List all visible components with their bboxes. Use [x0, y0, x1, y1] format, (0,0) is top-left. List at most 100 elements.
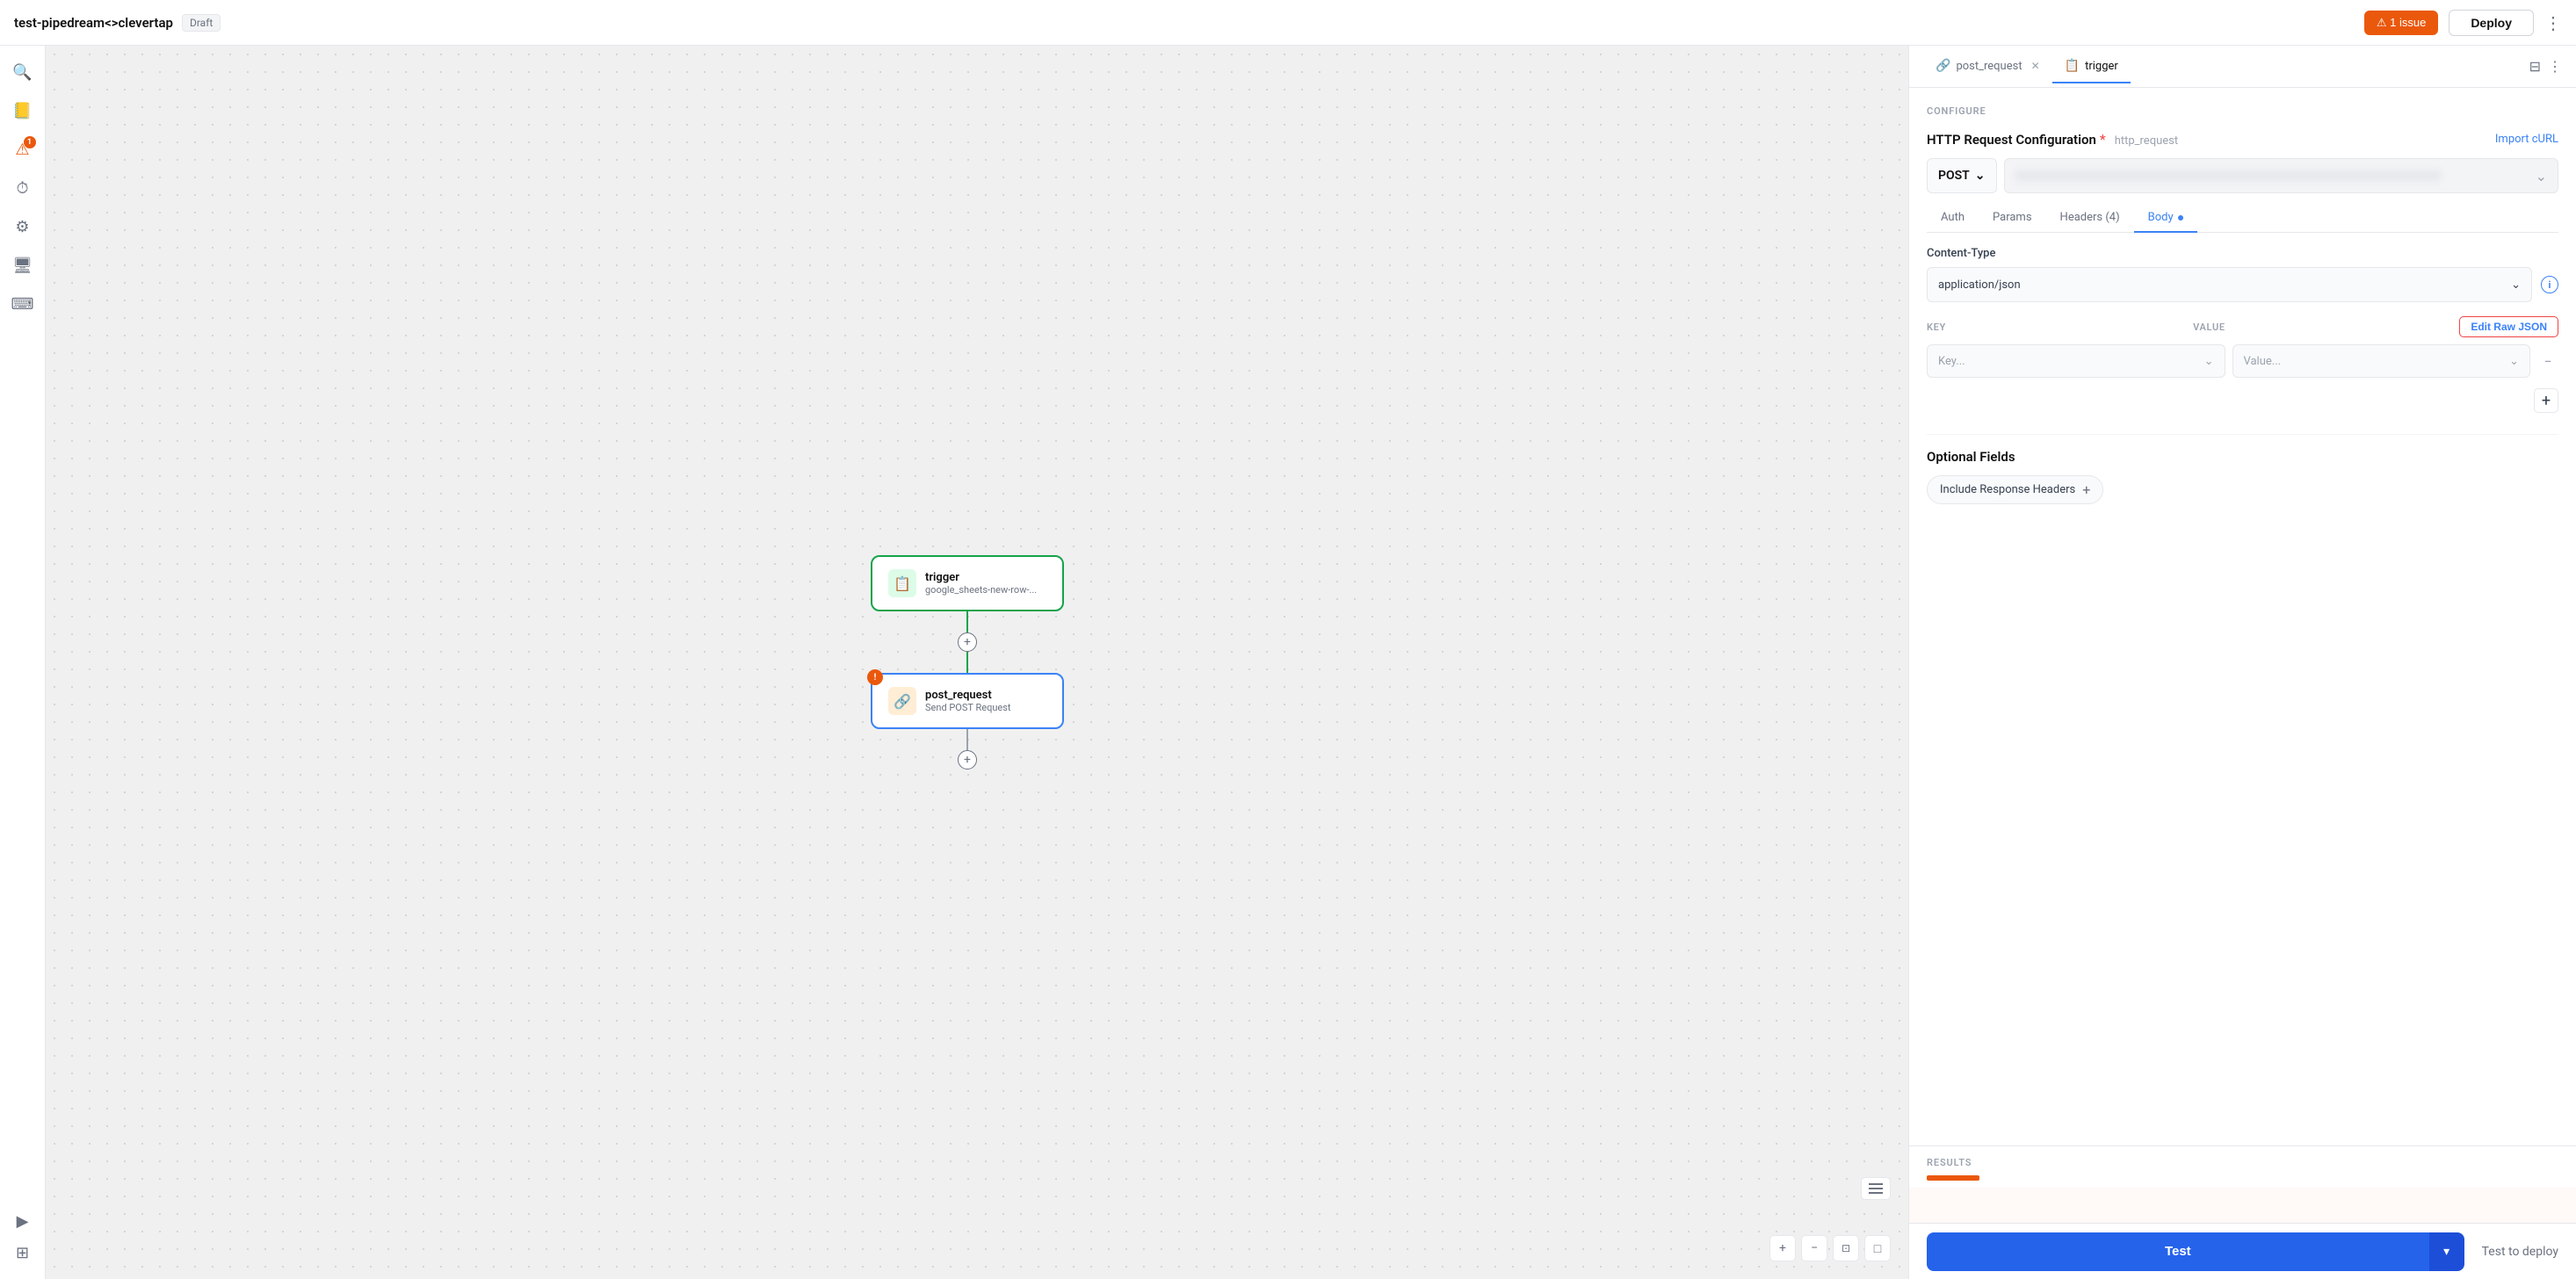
key-chevron: ⌄ [2204, 355, 2214, 368]
content-type-label: Content-Type [1927, 247, 2558, 260]
content-type-row: application/json ⌄ i [1927, 267, 2558, 302]
more-icon[interactable]: ⋮ [2544, 12, 2562, 33]
results-label: RESULTS [1909, 1145, 2576, 1175]
right-panel: 🔗 post_request ✕ 📋 trigger ⊟ ⋮ CONFIGURE… [1908, 46, 2576, 1279]
key-col-label: KEY [1927, 322, 2193, 333]
sidebar-icon-alert[interactable]: ⚠ 1 [7, 134, 39, 165]
kv-add-btn[interactable]: + [2534, 388, 2558, 413]
url-input[interactable]: ⌄ [2004, 158, 2558, 193]
hamburger-line-2 [1869, 1188, 1883, 1189]
panel-actions: ⊟ ⋮ [2529, 58, 2562, 76]
trigger-title: trigger [925, 571, 1037, 584]
config-tab-auth[interactable]: Auth [1927, 204, 1979, 233]
kv-add: + [1927, 385, 2558, 420]
config-tab-body[interactable]: Body [2134, 204, 2197, 233]
value-col-label: VALUE [2193, 322, 2459, 333]
divider [1927, 434, 2558, 435]
config-tabs: Auth Params Headers (4) Body [1927, 204, 2558, 233]
url-chevron: ⌄ [2536, 168, 2547, 184]
tab-trigger-label: trigger [2085, 60, 2118, 73]
content-type-select[interactable]: application/json ⌄ [1927, 267, 2532, 302]
kv-row: Key... ⌄ Value... ⌄ − [1927, 344, 2558, 378]
hamburger-line-1 [1869, 1183, 1883, 1185]
canvas[interactable]: 📋 trigger google_sheets-new-row-... + ! … [46, 46, 1908, 1279]
hamburger-line-3 [1869, 1192, 1883, 1194]
trigger-icon: 📋 [888, 569, 916, 597]
content-type-chevron: ⌄ [2511, 278, 2521, 292]
map-btn[interactable]: □ [1864, 1235, 1891, 1261]
node-alert-badge: ! [867, 669, 883, 685]
config-tab-params[interactable]: Params [1979, 204, 2046, 233]
include-response-headers-chip[interactable]: Include Response Headers + [1927, 475, 2103, 504]
method-value: POST [1938, 169, 1970, 183]
topbar: test-pipedream<>clevertap Draft ⚠ 1 issu… [0, 0, 2576, 46]
method-chevron: ⌄ [1975, 169, 1986, 183]
main-content: 🔍 📒 ⚠ 1 ⏱ ⚙ 🖥 ⌨ ▶ ⊞ 📋 trigger google_she… [0, 46, 2576, 1279]
results-bar [1927, 1175, 1979, 1181]
kv-col-labels: KEY VALUE [1927, 322, 2459, 333]
test-chevron-btn[interactable]: ▾ [2429, 1232, 2464, 1271]
app-title: test-pipedream<>clevertap [14, 15, 173, 31]
sidebar-icon-monitor[interactable]: 🖥 [7, 249, 39, 281]
tab-post-request[interactable]: 🔗 post_request ✕ [1923, 50, 2052, 83]
spacer [1927, 504, 2558, 525]
zoom-in-btn[interactable]: + [1769, 1235, 1796, 1261]
results-content [1909, 1188, 2576, 1223]
post-request-node[interactable]: ! 🔗 post_request Send POST Request [871, 673, 1064, 729]
issue-button[interactable]: ⚠ 1 issue [2364, 11, 2438, 35]
alert-badge: 1 [24, 136, 36, 148]
value-input[interactable]: Value... ⌄ [2232, 344, 2531, 378]
sidebar-icon-search[interactable]: 🔍 [7, 56, 39, 88]
post-title: post_request [925, 689, 1011, 702]
trigger-node[interactable]: 📋 trigger google_sheets-new-row-... [871, 555, 1064, 611]
add-optional-icon: + [2082, 481, 2090, 498]
kv-remove-btn[interactable]: − [2537, 350, 2558, 372]
edit-raw-json-btn[interactable]: Edit Raw JSON [2459, 316, 2558, 337]
method-select[interactable]: POST ⌄ [1927, 158, 1997, 193]
kv-header: KEY VALUE Edit Raw JSON [1927, 316, 2558, 337]
trigger-text: trigger google_sheets-new-row-... [925, 571, 1037, 596]
sidebar-icon-grid[interactable]: ⊞ [7, 1237, 39, 1268]
sidebar-icon-history[interactable]: ⏱ [7, 172, 39, 204]
panel-split-btn[interactable]: ⊟ [2529, 58, 2541, 76]
content-type-info[interactable]: i [2541, 276, 2558, 293]
bottom-bar: Test ▾ Test to deploy [1909, 1223, 2576, 1279]
required-asterisk: * [2100, 131, 2106, 148]
draft-badge: Draft [182, 14, 221, 32]
panel-more-btn[interactable]: ⋮ [2548, 58, 2562, 76]
key-placeholder: Key... [1938, 355, 1965, 368]
include-response-headers-label: Include Response Headers [1940, 483, 2075, 496]
optional-fields-title: Optional Fields [1927, 449, 2558, 465]
sidebar-icon-keyboard[interactable]: ⌨ [7, 288, 39, 320]
add-node-btn-2[interactable]: + [958, 750, 977, 770]
sidebar-icon-book[interactable]: 📒 [7, 95, 39, 126]
zoom-out-btn[interactable]: − [1801, 1235, 1827, 1261]
sidebar-bottom: ▶ ⊞ [7, 1205, 39, 1268]
left-sidebar: 🔍 📒 ⚠ 1 ⏱ ⚙ 🖥 ⌨ ▶ ⊞ [0, 46, 46, 1279]
test-button[interactable]: Test [1927, 1232, 2429, 1271]
add-node-btn-1[interactable]: + [958, 632, 977, 652]
config-tab-headers[interactable]: Headers (4) [2046, 204, 2134, 233]
value-placeholder: Value... [2244, 355, 2282, 368]
tab-post-request-label: post_request [1956, 60, 2022, 73]
tab-trigger[interactable]: 📋 trigger [2052, 50, 2131, 83]
key-input[interactable]: Key... ⌄ [1927, 344, 2225, 378]
sidebar-icon-settings[interactable]: ⚙ [7, 211, 39, 242]
fit-btn[interactable]: ⊡ [1833, 1235, 1859, 1261]
deploy-button[interactable]: Deploy [2449, 10, 2534, 36]
method-url-row: POST ⌄ ⌄ [1927, 158, 2558, 193]
panel-content: CONFIGURE HTTP Request Configuration * h… [1909, 88, 2576, 1145]
post-icon: 🔗 [888, 687, 916, 715]
sidebar-icon-terminal[interactable]: ▶ [7, 1205, 39, 1237]
trigger-subtitle: google_sheets-new-row-... [925, 584, 1037, 596]
import-curl-btn[interactable]: Import cURL [2495, 133, 2558, 146]
connector-line-1 [966, 611, 968, 632]
tab-close-post-request[interactable]: ✕ [2031, 60, 2040, 72]
topbar-left: test-pipedream<>clevertap Draft [14, 14, 221, 32]
canvas-controls: + − ⊡ □ [1769, 1235, 1891, 1261]
connector-line-3 [966, 729, 968, 750]
test-btn-group: Test ▾ [1927, 1232, 2464, 1271]
config-name: http_request [2115, 134, 2178, 148]
hamburger-menu[interactable] [1861, 1177, 1891, 1200]
test-to-deploy-btn[interactable]: Test to deploy [2482, 1245, 2558, 1259]
